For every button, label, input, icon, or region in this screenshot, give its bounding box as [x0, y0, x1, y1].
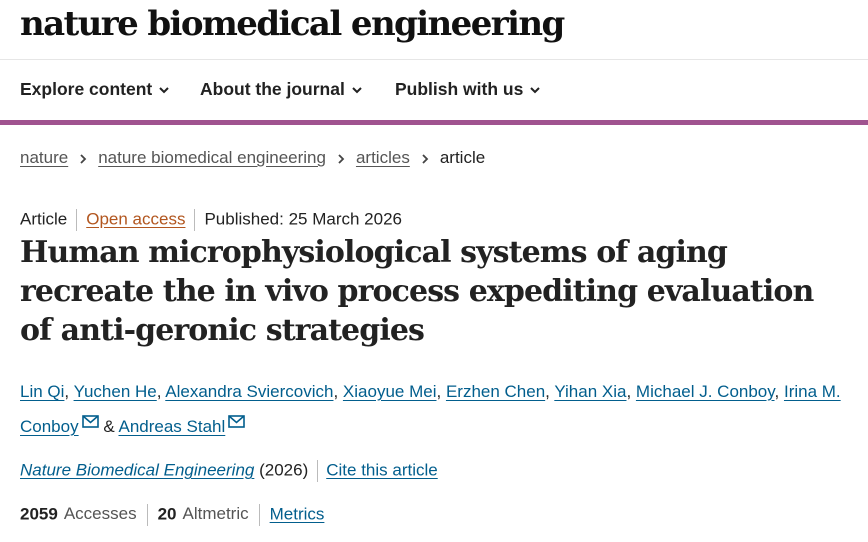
author-link[interactable]: Xiaoyue Mei [343, 382, 437, 401]
divider [258, 504, 260, 526]
author-link[interactable]: Yuchen He [74, 382, 157, 401]
article-title: Human microphysiological systems of agin… [20, 235, 814, 348]
nav-item-label: Explore content [20, 79, 153, 99]
accesses-label: Accesses [63, 504, 137, 524]
main-nav: Explore content About the journal Publis… [0, 60, 868, 125]
divider [76, 209, 78, 231]
site-header: nature biomedical engineering [0, 0, 868, 60]
chevron-down-icon [352, 87, 362, 94]
nav-publish-with-us[interactable]: Publish with us [395, 79, 541, 100]
author-joiner: & [103, 417, 115, 436]
author-list: Lin Qi, Yuchen He, Alexandra Sviercovich… [20, 374, 860, 444]
nav-about-journal[interactable]: About the journal [200, 79, 363, 100]
chevron-right-icon [338, 153, 345, 164]
nav-item-label: About the journal [200, 79, 345, 99]
breadcrumb-link-journal[interactable]: nature biomedical engineering [98, 148, 326, 167]
envelope-icon[interactable] [228, 415, 246, 428]
author-link[interactable]: Erzhen Chen [446, 382, 545, 401]
chevron-down-icon [530, 87, 541, 94]
chevron-right-icon [80, 153, 87, 164]
altmetric-label: Altmetric [182, 504, 249, 524]
article-meta: Article Open access Published: 25 March 20… [20, 209, 402, 231]
divider [317, 460, 319, 482]
cite-article-link[interactable]: Cite this article [326, 460, 437, 479]
divider [146, 504, 148, 526]
author-separator: , [436, 382, 446, 401]
breadcrumb-link-nature[interactable]: nature [20, 148, 68, 167]
author-separator: , [64, 382, 74, 401]
publication-year: (2026) [259, 460, 309, 480]
breadcrumb-current: article [439, 148, 486, 167]
open-access-link[interactable]: Open access [86, 209, 185, 228]
citation-line: Nature Biomedical Engineering (2026) Cite… [20, 460, 438, 482]
author-link[interactable]: Michael J. Conboy [636, 382, 775, 401]
author-separator: , [156, 382, 166, 401]
author-link[interactable]: Andreas Stahl [118, 417, 225, 436]
metrics-link[interactable]: Metrics [270, 504, 325, 523]
author-link[interactable]: Lin Qi [20, 382, 64, 401]
breadcrumb: nature nature biomedical engineering artic… [20, 148, 485, 168]
author-separator: , [333, 382, 343, 401]
author-separator: , [545, 382, 555, 401]
author-separator: , [774, 382, 784, 401]
envelope-icon[interactable] [81, 415, 99, 428]
chevron-down-icon [159, 87, 169, 94]
journal-link[interactable]: Nature Biomedical Engineering [20, 460, 254, 479]
article-metrics: 2059 Accesses 20 Altmetric Metrics [20, 504, 324, 526]
author-link[interactable]: Alexandra Sviercovich [165, 382, 333, 401]
published-date: Published: 25 March 2026 [204, 209, 402, 229]
altmetric-count: 20 [157, 504, 177, 524]
nav-item-label: Publish with us [395, 79, 524, 99]
divider [194, 209, 196, 231]
article-type: Article [20, 209, 68, 229]
journal-logo[interactable]: nature biomedical engineering [20, 4, 565, 44]
breadcrumb-link-articles[interactable]: articles [356, 148, 410, 167]
author-separator: , [626, 382, 636, 401]
author-link[interactable]: Yihan Xia [554, 382, 626, 401]
nav-explore-content[interactable]: Explore content [20, 79, 170, 100]
chevron-right-icon [422, 153, 429, 164]
accesses-count: 2059 [20, 504, 58, 524]
